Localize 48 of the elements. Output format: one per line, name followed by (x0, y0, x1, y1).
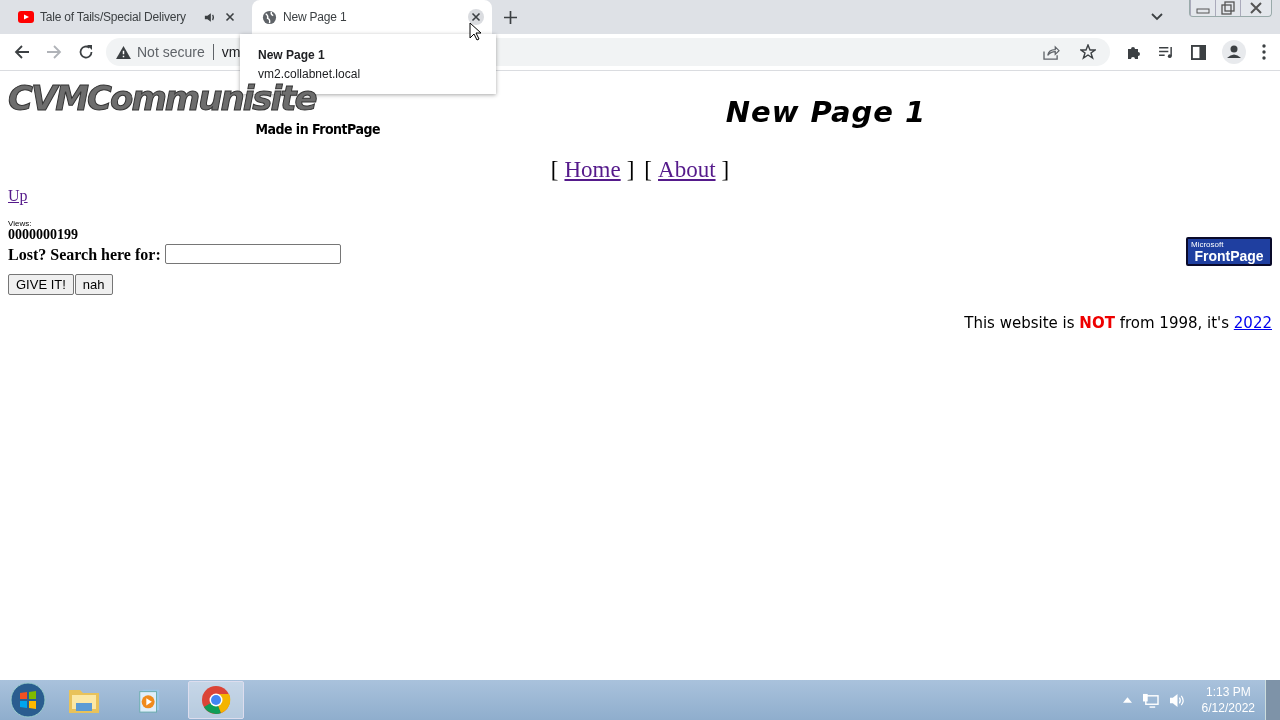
tab-title: Tale of Tails/Special Delivery (40, 10, 187, 24)
logo-title: CVMCommunisite (8, 79, 318, 117)
page-heading: New Page 1 (724, 94, 928, 131)
views-label: Views: (8, 219, 33, 228)
nav-link[interactable]: Home (564, 157, 621, 183)
chevron-down-icon[interactable] (1151, 13, 1163, 21)
new-tab-icon[interactable] (504, 10, 517, 24)
close-icon[interactable] (468, 9, 484, 25)
play-logo-icon (18, 11, 34, 23)
view-counter: 0000000199 (8, 228, 79, 242)
taskbar-app[interactable] (188, 681, 244, 719)
globe-icon (262, 9, 277, 25)
bracket: [ (550, 157, 559, 183)
star-icon[interactable] (1080, 44, 1096, 60)
side-panel-icon[interactable] (1191, 44, 1206, 60)
search-field[interactable] (164, 244, 341, 264)
tooltip-title: New Page 1 (258, 47, 326, 62)
security-label: Not secure (137, 44, 205, 60)
footer-note: This website is NOT from 1998, it's 2022 (963, 314, 1272, 332)
tooltip-url: vm2.collabnet.local (258, 66, 362, 81)
back-icon[interactable] (14, 44, 30, 60)
share-icon[interactable] (1043, 44, 1060, 60)
speaker-icon[interactable] (204, 11, 216, 23)
logo-subtitle: Made in FrontPage (255, 121, 380, 137)
forward-icon (46, 44, 62, 60)
reload-icon[interactable] (78, 44, 94, 60)
puzzle-icon[interactable] (1126, 44, 1142, 60)
browser-tab[interactable]: New Page 1 (252, 0, 492, 34)
badge-text: FrontPage (1194, 248, 1264, 263)
chrome-icon (201, 685, 231, 715)
up-link[interactable]: Up (8, 187, 28, 205)
profile-icon[interactable] (1222, 40, 1246, 64)
warning-icon (116, 45, 131, 59)
bracket: ] (721, 157, 730, 183)
form-button[interactable]: GIVE IT! (8, 274, 74, 295)
url-text: vm (221, 44, 241, 60)
badge-text: Microsoft (1190, 240, 1224, 249)
search-label: Lost? Search here for: (8, 246, 161, 264)
browser-tab[interactable]: Tale of Tails/Special Delivery (8, 0, 246, 34)
start-button[interactable] (10, 682, 46, 718)
tab-title: New Page 1 (283, 10, 348, 24)
form-button[interactable]: nah (74, 274, 113, 295)
bracket: ] (626, 157, 635, 183)
year-link[interactable]: 2022 (1233, 314, 1272, 332)
nav-link[interactable]: About (658, 157, 716, 183)
bracket: [ (644, 157, 653, 183)
menu-icon[interactable] (1262, 44, 1266, 60)
media-queue-icon[interactable] (1158, 45, 1175, 59)
